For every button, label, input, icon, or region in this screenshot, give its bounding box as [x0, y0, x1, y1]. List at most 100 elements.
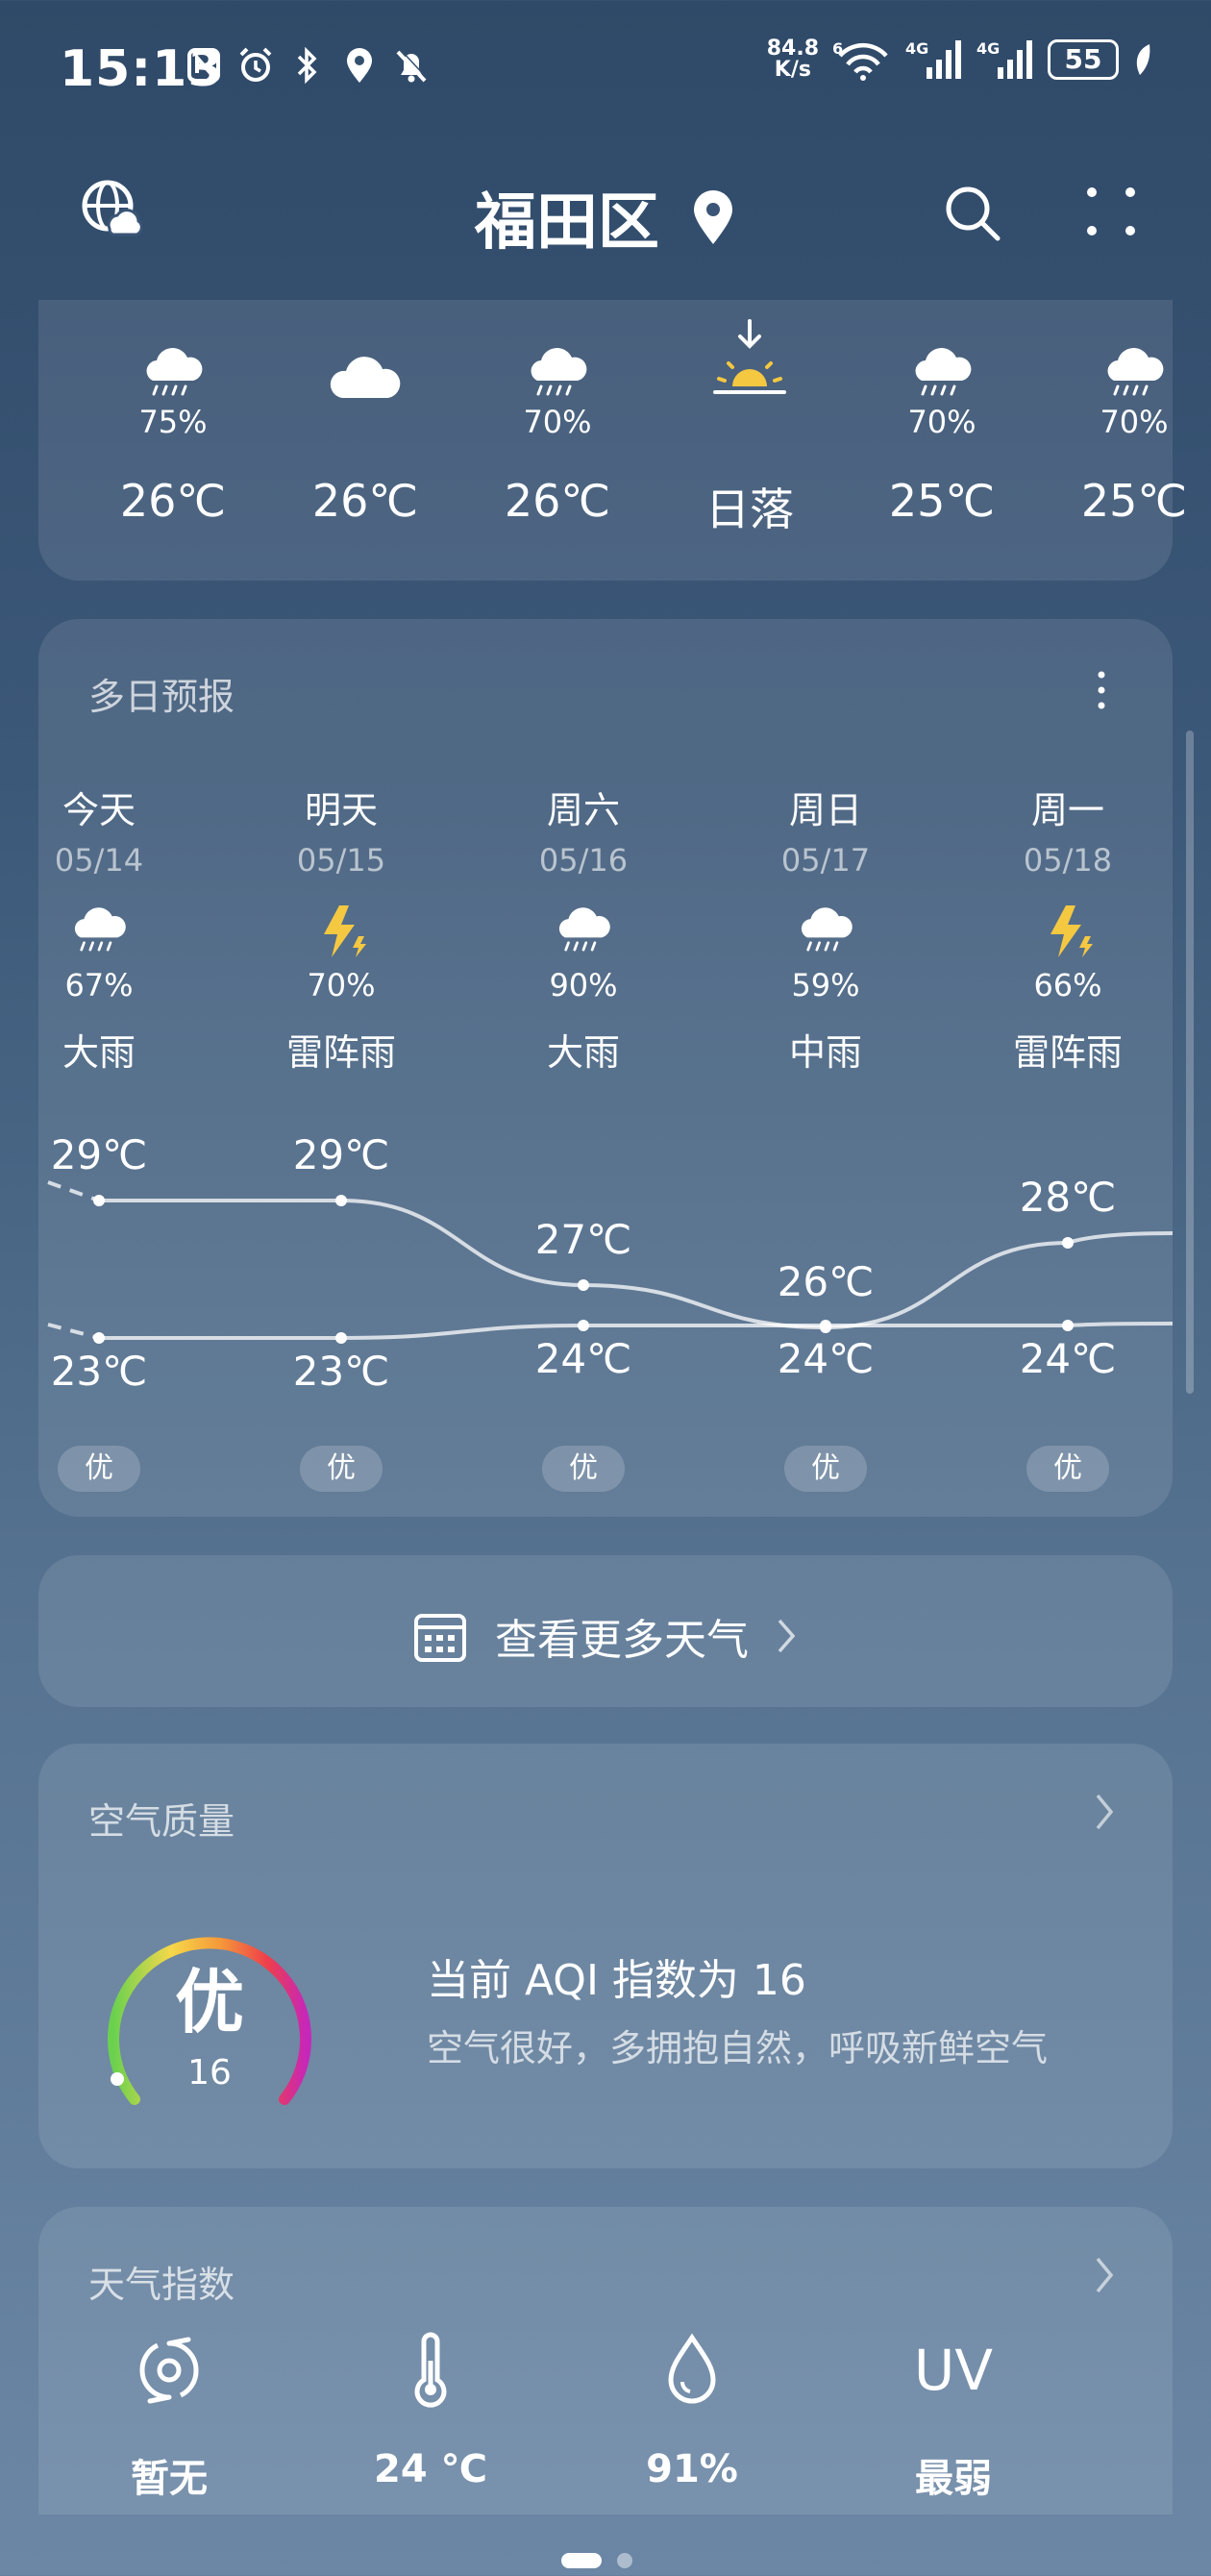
location-icon	[347, 48, 372, 83]
sunset-icon	[713, 319, 786, 394]
alarm-icon	[239, 47, 272, 82]
calendar-icon	[414, 1614, 466, 1662]
index-item-temperature[interactable]: 24 ℃	[334, 2332, 527, 2491]
card-title: 空气质量	[88, 1800, 235, 1843]
day-aqi-badge: 优	[542, 1446, 625, 1492]
day-date: 05/17	[780, 842, 871, 879]
location-pin-icon	[694, 190, 733, 244]
daily-scroll-area[interactable]: 多日预报 今天 05/14 67% 大雨 明天 05/15 70% 雷阵雨 周六 05/16 90%…	[38, 619, 1173, 1517]
day-date: 05/18	[1023, 842, 1113, 879]
low-temp-label: 24℃	[534, 1335, 632, 1382]
bluetooth-icon	[297, 46, 317, 85]
nfc-icon	[187, 48, 220, 83]
rain-cloud-icon	[558, 907, 610, 952]
search-icon[interactable]	[942, 183, 1003, 244]
high-temp-point	[578, 1279, 589, 1291]
high-temp-label: 28℃	[1019, 1174, 1117, 1221]
signal-icon-sim1: 4G	[905, 39, 961, 79]
day-aqi-badge: 优	[1026, 1446, 1109, 1492]
high-temp-label: 29℃	[292, 1131, 390, 1178]
svg-text:4G: 4G	[976, 39, 1000, 58]
aqi-advice: 空气很好，多拥抱自然，呼吸新鲜空气	[427, 2027, 1049, 2069]
day-desc: 雷阵雨	[285, 1031, 396, 1074]
rain-cloud-icon	[74, 907, 126, 952]
day-desc: 大雨	[62, 1031, 136, 1074]
day-date: 05/15	[296, 842, 386, 879]
hourly-item: 26℃	[279, 334, 452, 527]
day-aqi-badge: 优	[784, 1446, 867, 1492]
app-header: 福田区	[0, 163, 1211, 260]
high-temp-point	[1062, 1237, 1074, 1249]
hourly-item: 70% 25℃	[855, 334, 1028, 527]
low-temp-point	[820, 1320, 831, 1331]
day-name: 周六	[546, 789, 620, 831]
day-name: 周日	[788, 789, 862, 831]
weather-index-card[interactable]: 天气指数 暂无 24 ℃ 91% UV 最弱	[38, 2207, 1173, 2514]
multi-day-forecast-card[interactable]: 多日预报 今天 05/14 67% 大雨 明天 05/15 70% 雷阵雨 周六 05/16 90%…	[38, 619, 1173, 1517]
typhoon-icon	[139, 2337, 199, 2404]
aqi-level: 优	[174, 1962, 244, 2043]
page-dot-active	[561, 2553, 602, 2568]
power-saving-leaf-icon	[1136, 44, 1150, 75]
cloud-icon	[330, 357, 401, 398]
card-title: 天气指数	[88, 2264, 235, 2306]
more-weather-label: 查看更多天气	[495, 1616, 749, 1665]
day-ico	[245, 902, 437, 959]
thermometer-icon	[414, 2332, 447, 2408]
day-pct: 59%	[791, 967, 860, 1003]
uv-icon: UV	[913, 2338, 994, 2403]
rain-cloud-icon	[915, 348, 972, 396]
rain-cloud-icon	[801, 907, 853, 952]
hourly-item: 75% 26℃	[86, 334, 260, 527]
day-desc: 大雨	[546, 1031, 620, 1074]
hourly-forecast-card[interactable]: 75% 26℃ 26℃ 70% 26℃ 日落 70% 25℃ 70% 25℃	[38, 300, 1187, 581]
more-menu-icon[interactable]	[1082, 183, 1140, 240]
signal-icon-sim2: 4G	[976, 39, 1032, 79]
day-name: 明天	[304, 789, 378, 831]
day-ico	[729, 902, 922, 959]
low-temp-label: 23℃	[50, 1348, 148, 1395]
day-aqi-badge: 优	[300, 1446, 383, 1492]
rain-cloud-icon	[1107, 348, 1164, 396]
humidity-drop-icon	[668, 2333, 716, 2404]
index-item-uv[interactable]: UV 最弱	[857, 2332, 1050, 2503]
high-temp-label: 27℃	[534, 1216, 632, 1263]
page-indicator	[561, 2553, 632, 2568]
aqi-value: 16	[187, 2053, 232, 2093]
city-title[interactable]: 福田区	[0, 173, 1211, 261]
day-ico	[487, 902, 680, 959]
mute-bell-icon	[396, 49, 429, 83]
day-name: 今天	[62, 789, 136, 831]
low-temp-label: 23℃	[292, 1348, 390, 1395]
low-temp-point	[578, 1320, 589, 1331]
hourly-item: 70% 26℃	[471, 334, 644, 527]
page-title: 福田区	[474, 187, 659, 259]
scrollbar[interactable]	[1186, 731, 1194, 1394]
day-ico	[38, 902, 195, 959]
air-quality-card[interactable]: 空气质量 优 16 当前 AQI 指数为 16 空气很好，多拥抱自然，呼吸新鲜空…	[38, 1744, 1173, 2168]
day-aqi-badge: 优	[58, 1446, 140, 1492]
chevron-right-icon[interactable]	[1092, 2255, 1117, 2295]
day-pct: 90%	[549, 967, 618, 1003]
high-temp-label: 29℃	[50, 1131, 148, 1178]
high-temp-past-line	[47, 1180, 100, 1202]
svg-text:4G: 4G	[905, 39, 928, 58]
low-temp-label: 24℃	[1019, 1335, 1117, 1382]
index-item-humidity[interactable]: 91%	[596, 2332, 788, 2491]
chevron-right-icon	[778, 1619, 796, 1653]
page-dot	[617, 2553, 632, 2568]
more-weather-button[interactable]: 查看更多天气	[38, 1555, 1173, 1707]
low-temp-past-line	[47, 1323, 100, 1340]
low-temp-point	[1062, 1320, 1074, 1331]
high-temp-point	[93, 1195, 105, 1206]
low-temp-label: 24℃	[777, 1335, 875, 1382]
battery-indicator: 55	[1048, 39, 1119, 80]
chevron-right-icon[interactable]	[1092, 1792, 1117, 1832]
day-desc: 雷阵雨	[1012, 1031, 1123, 1074]
network-speed: 84.8 K/s	[766, 37, 819, 82]
status-bar: 15:13 84.8 K/s 6 4G 4G 55	[0, 0, 1211, 135]
index-item-typhoon[interactable]: 暂无	[73, 2332, 265, 2503]
day-pct: 70%	[307, 967, 376, 1003]
rain-cloud-icon	[531, 348, 587, 396]
status-icons	[185, 44, 431, 87]
